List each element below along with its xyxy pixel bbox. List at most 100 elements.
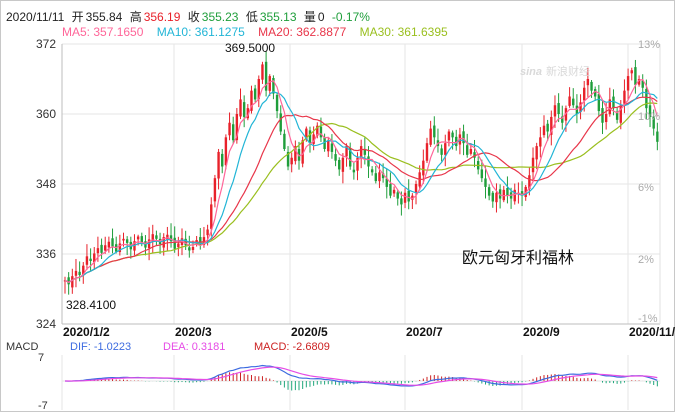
candle-body [626,76,630,91]
candle-body [261,64,264,80]
candle-body [392,189,396,194]
y-tick-label: 348 [36,177,56,191]
candle-body [319,126,323,138]
macd-title: MACD [6,341,38,353]
candle-body [539,137,542,147]
candle-body [107,241,111,248]
x-tick-label: 2020/9 [523,325,560,339]
candle-body [173,237,176,249]
annotation-high: 369.5000 [225,41,275,55]
macd-tick-label: -7 [38,400,48,412]
candle-body [495,192,498,203]
macd-tick-label: 7 [38,352,44,364]
candle-body [85,256,89,265]
watermark: 新浪财经 [546,64,590,78]
pct-tick-label: 6% [638,182,654,194]
pct-tick-label: 10% [638,111,660,123]
candle-body [378,172,381,182]
candle-body [283,133,286,149]
candle-body [586,79,590,86]
candle-body [535,146,538,160]
candle-body [71,276,74,288]
x-tick-label: 2020/7 [406,325,443,339]
y-tick-label: 372 [36,37,56,51]
candle-body [140,236,143,243]
candle-body [414,184,418,193]
candle-body [96,248,100,254]
candle-body [583,87,586,101]
y-tick-label: 336 [36,247,56,261]
candle-body [630,70,633,74]
candle-body [513,189,516,202]
candle-body [506,187,509,196]
macd-panel [62,364,660,391]
candle-body [480,169,484,179]
candle-body [290,157,293,165]
candle-body [100,244,103,253]
candle-body [74,270,78,276]
candle-body [253,88,257,100]
candle-body [374,173,377,182]
y-tick-label: 360 [36,107,56,121]
candle-body [645,88,648,109]
candle-body [557,103,560,114]
sina-logo-text: sina [520,66,542,78]
candle-body [341,157,345,172]
candle-body [242,102,246,117]
candle-body [487,187,491,196]
candle-body [231,124,235,141]
candle-body [330,143,334,152]
candle-body [210,204,213,229]
instrument-name: 欧元匈牙利福林 [462,249,574,267]
candle-body [590,81,593,91]
candle-body [466,145,469,155]
candle-body [370,169,374,173]
candle-body [601,108,604,123]
candle-body [425,143,429,161]
candle-body [568,96,571,106]
candle-body [206,229,209,236]
candle-body [623,90,626,104]
axis-labels: 372 360 348 336 324 13% 10% 6% 2% -1% 2020/1/2 2020… [36,37,675,412]
candle-body [334,154,337,161]
candle-body [188,247,191,251]
candle-body [542,125,546,136]
candle-body [224,137,228,166]
candle-body [634,67,637,85]
candle-body [367,156,370,167]
candle-body [275,94,279,112]
candle-body [177,243,180,248]
macd-dif: DIF: -1.0223 [70,341,131,353]
candle-body [422,160,425,176]
candle-body [67,277,70,285]
candle-body [597,94,601,112]
candle-body [451,132,454,138]
candle-body [239,99,242,117]
candle-body [155,235,158,239]
candle-body [308,130,312,144]
candle-body [604,114,608,123]
price-chart: 372 360 348 336 324 13% 10% 6% 2% -1% 2020/1/2 2020… [6,37,675,412]
candle-body [546,123,549,132]
candle-body [136,236,140,240]
x-tick-label: 2020/11/11 [629,325,675,339]
candle-body [125,239,129,243]
candle-body [191,247,195,250]
candle-body [217,151,220,179]
x-tick-label: 2020/3 [175,325,212,339]
candle-body [389,183,392,196]
candle-body [228,122,231,136]
candle-body [122,238,125,241]
candle-body [111,238,114,247]
pct-tick-label: -1% [638,313,658,325]
candle-body [531,157,535,173]
candle-body [104,245,107,251]
candle-body [400,198,403,205]
candle-body [338,160,341,170]
annotation-low: 328.4100 [66,298,116,312]
candle-body [407,190,410,202]
candle-body [352,169,356,173]
candle-body [221,153,224,167]
macd-dif-line [64,364,658,387]
candle-body [403,192,407,203]
